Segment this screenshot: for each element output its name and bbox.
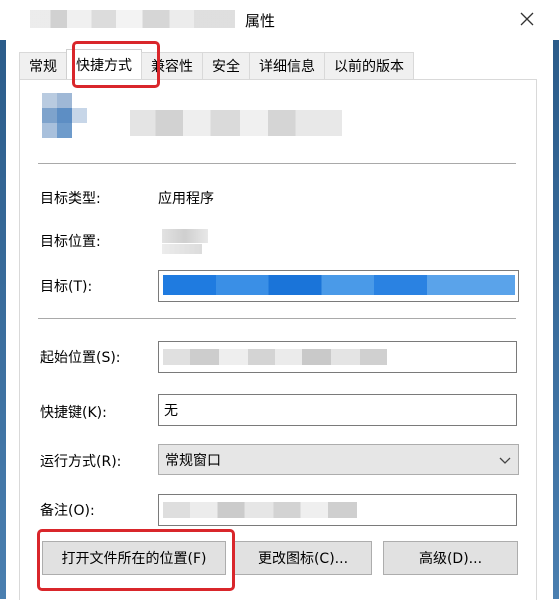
- target-label: 目标(T):: [40, 276, 92, 296]
- title-bar: 属性: [0, 0, 559, 40]
- start-in-value: [163, 349, 387, 365]
- run-label: 运行方式(R):: [40, 454, 122, 470]
- close-icon: [520, 12, 534, 26]
- target-type-value: 应用程序: [158, 191, 214, 207]
- chevron-down-icon: [499, 457, 511, 464]
- close-button[interactable]: [512, 4, 542, 34]
- start-in-label: 起始位置(S):: [40, 350, 121, 366]
- highlight-box-button: [37, 529, 235, 591]
- shortcut-key-value: 无: [164, 403, 178, 419]
- window-title: 属性: [245, 12, 276, 30]
- tab-security[interactable]: 安全: [202, 52, 250, 79]
- change-icon-button[interactable]: 更改图标(C)...: [234, 541, 372, 575]
- target-selected-text: [163, 275, 515, 295]
- start-in-input[interactable]: [158, 341, 517, 373]
- comment-value: [163, 502, 357, 518]
- comment-label: 备注(O):: [40, 503, 95, 519]
- highlight-box-tab: [72, 41, 160, 88]
- target-type-label: 目标类型:: [40, 191, 101, 207]
- target-location-label: 目标位置:: [40, 234, 101, 250]
- tab-general[interactable]: 常规: [19, 52, 67, 79]
- target-label-text: 目标(T):: [40, 279, 93, 295]
- advanced-button[interactable]: 高级(D)...: [383, 541, 518, 575]
- separator: [38, 318, 516, 319]
- run-select-value: 常规窗口: [165, 452, 221, 469]
- window-left-edge: [0, 40, 6, 599]
- target-location-value: [162, 229, 208, 243]
- tab-previous-versions[interactable]: 以前的版本: [324, 52, 414, 79]
- target-input[interactable]: [158, 270, 519, 302]
- target-location-value-2: [162, 244, 202, 254]
- blurred-shortcut-name: [30, 10, 235, 28]
- shortcut-name-field[interactable]: [130, 110, 342, 136]
- shortcut-key-label: 快捷键(K):: [40, 405, 107, 421]
- comment-input[interactable]: [158, 494, 517, 526]
- shortcut-key-input[interactable]: 无: [158, 394, 517, 426]
- tab-details[interactable]: 详细信息: [249, 52, 325, 79]
- run-select[interactable]: 常规窗口: [158, 444, 519, 475]
- app-icon: [42, 93, 88, 139]
- separator: [38, 163, 516, 164]
- window-right-edge: [553, 40, 559, 599]
